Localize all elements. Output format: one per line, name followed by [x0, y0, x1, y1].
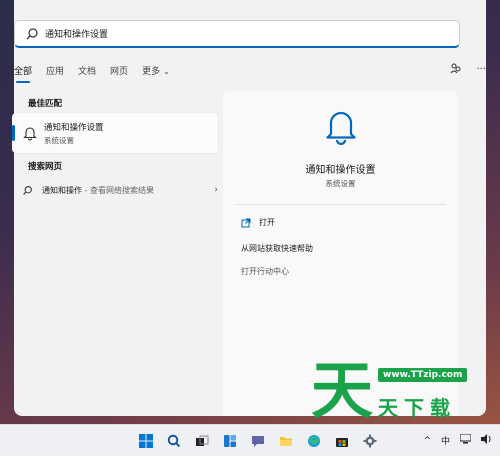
chevron-down-icon: ⌄ [163, 67, 170, 76]
search-input[interactable]: 通知和操作设置 [14, 20, 460, 48]
search-icon [26, 27, 38, 39]
action-web-help-label: 从网站获取快速帮助 [241, 244, 313, 253]
volume-icon[interactable] [481, 434, 492, 447]
watermark-url: www.TTzip.com [378, 368, 468, 382]
start-icon[interactable] [136, 431, 156, 451]
task-view-icon[interactable] [192, 431, 212, 451]
watermark-logo: 天 [311, 356, 373, 422]
chevron-up-icon[interactable]: ^ [423, 436, 431, 446]
file-explorer-icon[interactable] [276, 431, 296, 451]
action-open[interactable]: 打开 [241, 217, 275, 228]
open-external-icon [241, 218, 251, 227]
detail-subtitle: 系统设置 [325, 179, 356, 188]
chat-icon[interactable] [248, 431, 268, 451]
action-web-help[interactable]: 从网站获取快速帮助 [241, 243, 313, 254]
store-icon[interactable] [332, 431, 352, 451]
tab-apps[interactable]: 应用 [46, 64, 64, 83]
best-match-heading: 最佳匹配 [28, 99, 63, 109]
search-icon[interactable] [164, 431, 184, 451]
more-options-icon[interactable]: ··· [476, 64, 486, 75]
share-account-icon[interactable] [450, 62, 462, 77]
tab-web[interactable]: 网页 [110, 64, 128, 83]
network-icon[interactable] [459, 433, 472, 447]
tab-more[interactable]: 更多 ⌄ [142, 64, 170, 83]
divider [235, 204, 446, 205]
best-match-item[interactable]: 通知和操作设置 系统设置 [12, 113, 218, 153]
search-web-heading: 搜索网页 [28, 162, 63, 172]
taskbar-apps [136, 431, 380, 451]
detail-title: 通知和操作设置 [305, 165, 376, 176]
best-match-subtitle: 系统设置 [44, 136, 74, 145]
web-search-result[interactable]: 通知和操作 - 查看网络搜索结果 › [22, 182, 218, 198]
action-open-action-center[interactable]: 打开行动中心 [241, 266, 289, 277]
system-tray: ^ 中 [423, 433, 492, 447]
bell-icon [326, 111, 356, 146]
settings-gear-icon[interactable] [360, 431, 380, 451]
tab-more-label: 更多 [142, 67, 161, 77]
web-result-suffix: - 查看网络搜索结果 [82, 185, 154, 195]
action-open-label: 打开 [259, 218, 275, 227]
search-input-value: 通知和操作设置 [45, 30, 109, 40]
widgets-icon[interactable] [220, 431, 240, 451]
chevron-right-icon[interactable]: › [214, 185, 218, 195]
filter-tabs: 全部 应用 文档 网页 更多 ⌄ [14, 64, 184, 83]
search-icon [23, 185, 32, 195]
watermark-text: 天下载 [378, 396, 456, 420]
taskbar: ^ 中 [0, 424, 500, 456]
edge-icon[interactable] [304, 431, 324, 451]
web-result-query: 通知和操作 [42, 185, 82, 195]
tab-all[interactable]: 全部 [14, 64, 32, 83]
svg-text:天: 天 [311, 356, 373, 422]
top-right-actions: ··· [450, 62, 486, 77]
bell-icon [23, 127, 37, 141]
action-action-center-label: 打开行动中心 [241, 267, 289, 276]
selection-indicator [12, 125, 15, 141]
tab-documents[interactable]: 文档 [78, 64, 96, 83]
best-match-title: 通知和操作设置 [44, 123, 104, 133]
ime-indicator[interactable]: 中 [441, 434, 450, 447]
